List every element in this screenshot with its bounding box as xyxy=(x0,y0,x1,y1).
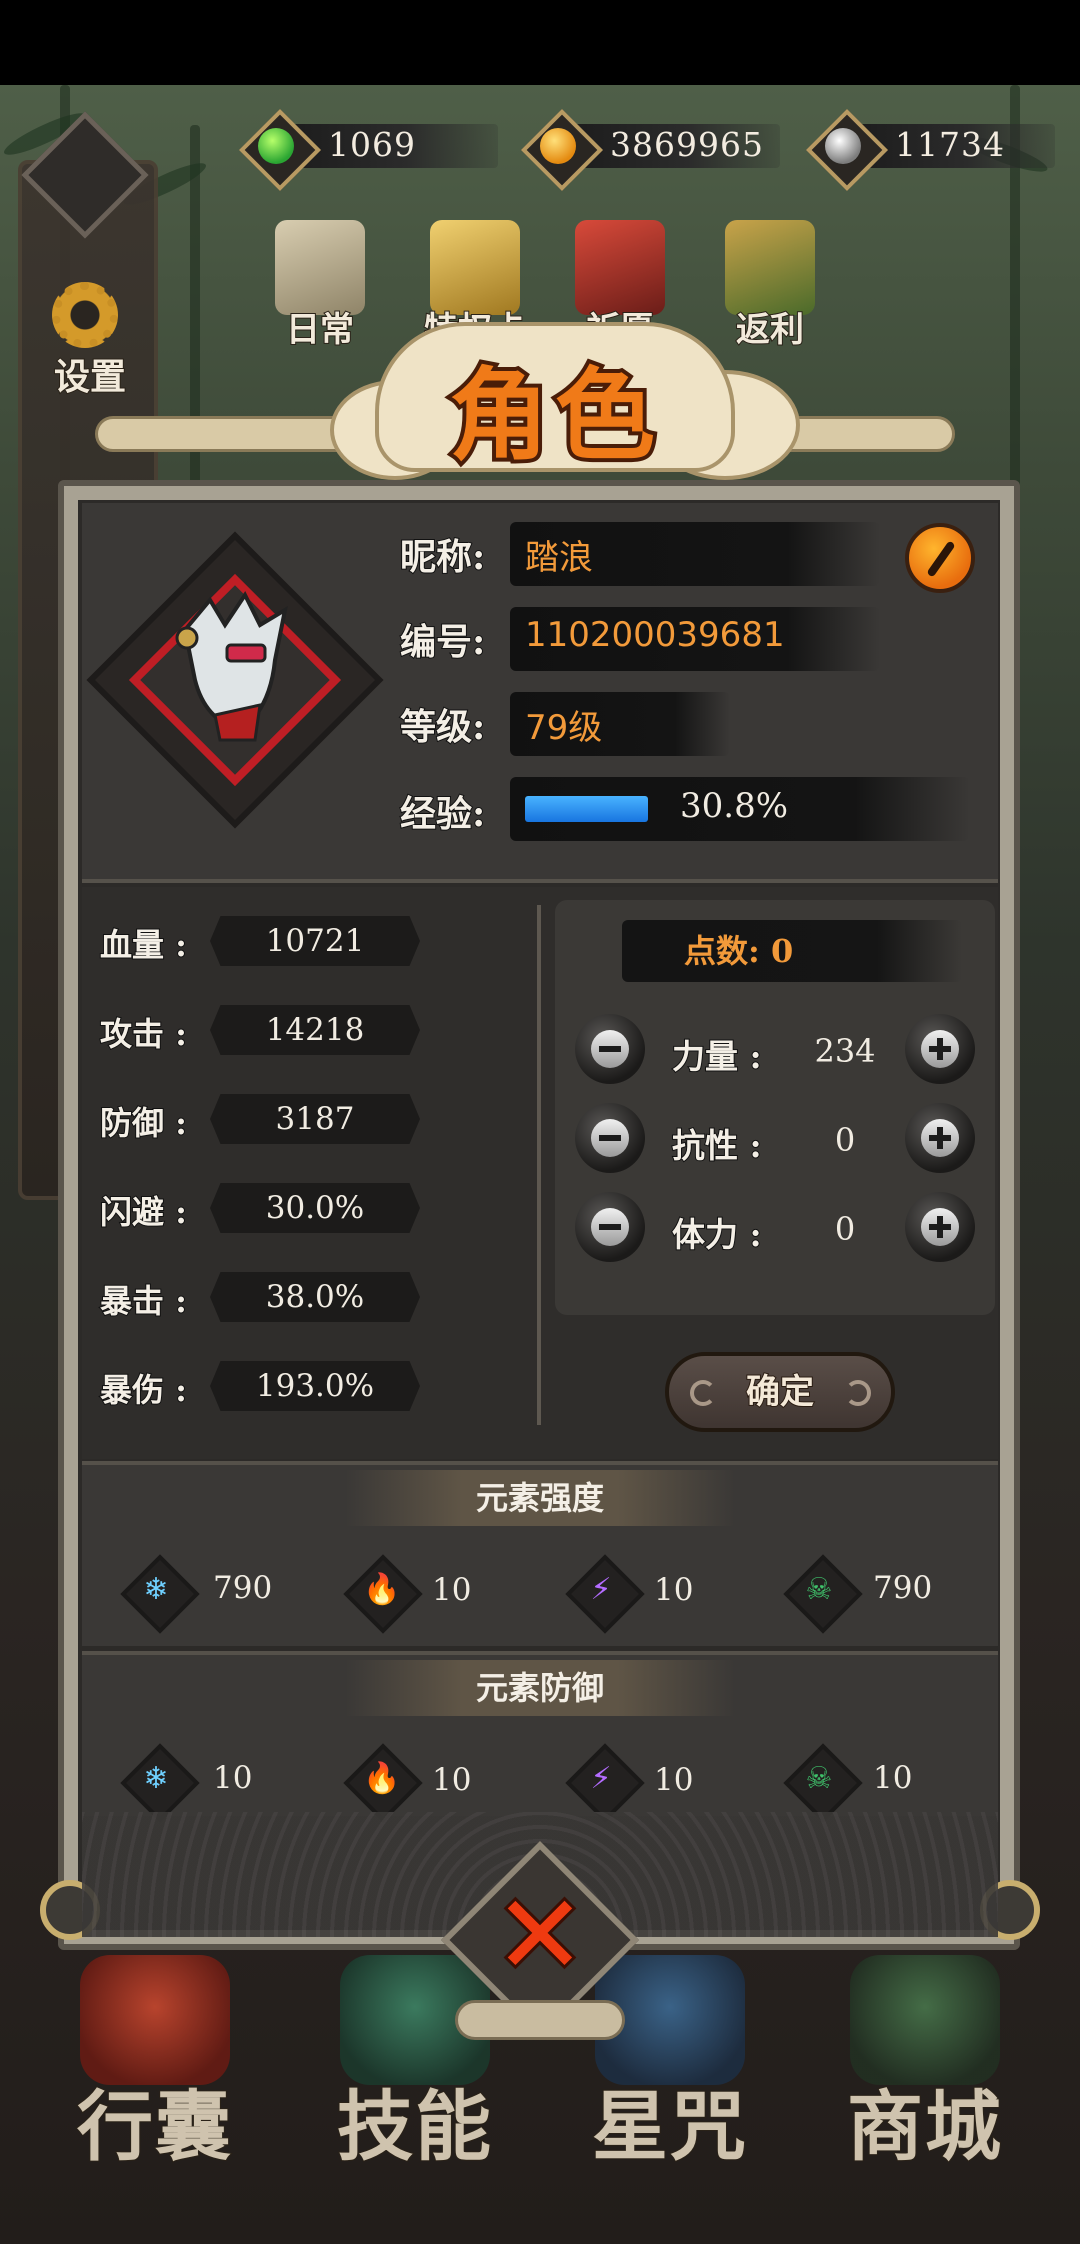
stat-label-hp: 血量 : xyxy=(99,925,188,965)
green-flame-icon xyxy=(258,128,294,164)
lightning-icon: ⚡ xyxy=(567,1556,635,1624)
page-title: 角色 xyxy=(445,352,661,478)
level-value: 79级 xyxy=(525,708,603,748)
close-icon: ✕ xyxy=(491,1871,589,1999)
stat-value-attack: 14218 xyxy=(210,1005,420,1055)
nav-label: 星咒 xyxy=(591,2081,748,2172)
stamina-minus-button[interactable] xyxy=(575,1192,645,1262)
element-defense-lightning: 10 xyxy=(654,1762,694,1798)
event-rebate-button[interactable]: 返利 xyxy=(700,220,840,351)
poison-skull-icon: ☠ xyxy=(785,1556,853,1624)
settings-button[interactable]: 设置 xyxy=(40,270,130,399)
exp-bar-fill xyxy=(525,796,648,822)
stat-label-crit-damage: 暴伤 : xyxy=(99,1370,188,1410)
lightning-icon: ⚡ xyxy=(567,1745,635,1813)
level-label: 等级: xyxy=(399,705,486,749)
stat-label-dodge: 闪避 : xyxy=(99,1192,188,1232)
close-button-base xyxy=(455,2000,625,2040)
poison-skull-icon: ☠ xyxy=(785,1745,853,1813)
element-defense-fire: 10 xyxy=(432,1762,472,1798)
element-defense-poison: 10 xyxy=(873,1760,913,1796)
treasure-chest-icon xyxy=(725,220,815,315)
resistance-minus-button[interactable] xyxy=(575,1103,645,1173)
stats-divider xyxy=(537,905,541,1425)
attr-label-stamina: 体力 : xyxy=(671,1214,763,1255)
stat-value-crit-damage: 193.0% xyxy=(210,1361,420,1411)
currency-value: 1069 xyxy=(328,125,416,164)
attr-label-resistance: 抗性 : xyxy=(671,1125,763,1166)
currency-value: 11734 xyxy=(895,125,1005,164)
element-defense-title: 元素防御 xyxy=(345,1660,735,1716)
edit-nickname-button[interactable] xyxy=(905,523,975,593)
currency-value: 3869965 xyxy=(610,125,764,164)
id-value: 110200039681 xyxy=(525,615,785,655)
attr-value-stamina: 0 xyxy=(834,1210,856,1248)
scroll-icon xyxy=(275,220,365,315)
event-label: 日常 xyxy=(285,309,355,351)
stat-label-attack: 攻击 : xyxy=(99,1014,188,1054)
nav-label: 技能 xyxy=(336,2081,493,2172)
gear-icon xyxy=(52,282,118,348)
torii-gate-icon xyxy=(575,220,665,315)
swirl-ornament xyxy=(845,1380,871,1406)
silver-coin-icon xyxy=(825,128,861,164)
attr-value-resistance: 0 xyxy=(834,1121,856,1159)
element-strength-title: 元素强度 xyxy=(345,1470,735,1526)
plus-icon xyxy=(937,1216,943,1238)
strength-minus-button[interactable] xyxy=(575,1014,645,1084)
stat-value-crit: 38.0% xyxy=(210,1272,420,1322)
ice-icon: ❄ xyxy=(122,1556,190,1624)
id-label: 编号: xyxy=(399,620,486,664)
stat-label-crit: 暴击 : xyxy=(99,1281,188,1321)
swirl-ornament xyxy=(690,1380,716,1406)
stat-label-defense: 防御 : xyxy=(99,1103,188,1143)
gold-coin-icon xyxy=(540,128,576,164)
element-strength-ice: 790 xyxy=(213,1570,273,1606)
avatar[interactable] xyxy=(165,590,305,750)
nav-label: 行囊 xyxy=(76,2081,233,2172)
stat-value-defense: 3187 xyxy=(210,1094,420,1144)
strength-plus-button[interactable] xyxy=(905,1014,975,1084)
stat-value-dodge: 30.0% xyxy=(210,1183,420,1233)
element-strength-fire: 10 xyxy=(432,1572,472,1608)
event-daily-button[interactable]: 日常 xyxy=(250,220,390,351)
close-button[interactable]: ✕ xyxy=(490,1877,590,1993)
nickname-label: 昵称: xyxy=(399,535,486,579)
nav-bag-button[interactable]: 行囊 xyxy=(30,1955,280,2172)
stamina-plus-button[interactable] xyxy=(905,1192,975,1262)
attr-label-strength: 力量 : xyxy=(671,1036,763,1077)
element-strength-lightning: 10 xyxy=(654,1572,694,1608)
event-label: 返利 xyxy=(735,309,805,351)
attr-value-strength: 234 xyxy=(814,1032,876,1070)
stat-value-hp: 10721 xyxy=(210,916,420,966)
resistance-plus-button[interactable] xyxy=(905,1103,975,1173)
element-strength-poison: 790 xyxy=(873,1570,933,1606)
nav-shop-button[interactable]: 商城 xyxy=(800,1955,1050,2172)
ice-icon: ❄ xyxy=(122,1745,190,1813)
fire-icon: 🔥 xyxy=(345,1556,413,1624)
exp-value: 30.8% xyxy=(680,786,789,826)
fire-icon: 🔥 xyxy=(345,1745,413,1813)
element-defense-ice: 10 xyxy=(213,1760,253,1796)
plus-icon xyxy=(937,1038,943,1060)
privilege-card-icon xyxy=(430,220,520,315)
nickname-value: 踏浪 xyxy=(525,538,593,578)
nav-label: 商城 xyxy=(846,2081,1003,2172)
exp-label: 经验: xyxy=(399,792,486,836)
points-title: 点数: 0 xyxy=(622,920,962,982)
settings-label: 设置 xyxy=(53,355,127,399)
plus-icon xyxy=(937,1127,943,1149)
